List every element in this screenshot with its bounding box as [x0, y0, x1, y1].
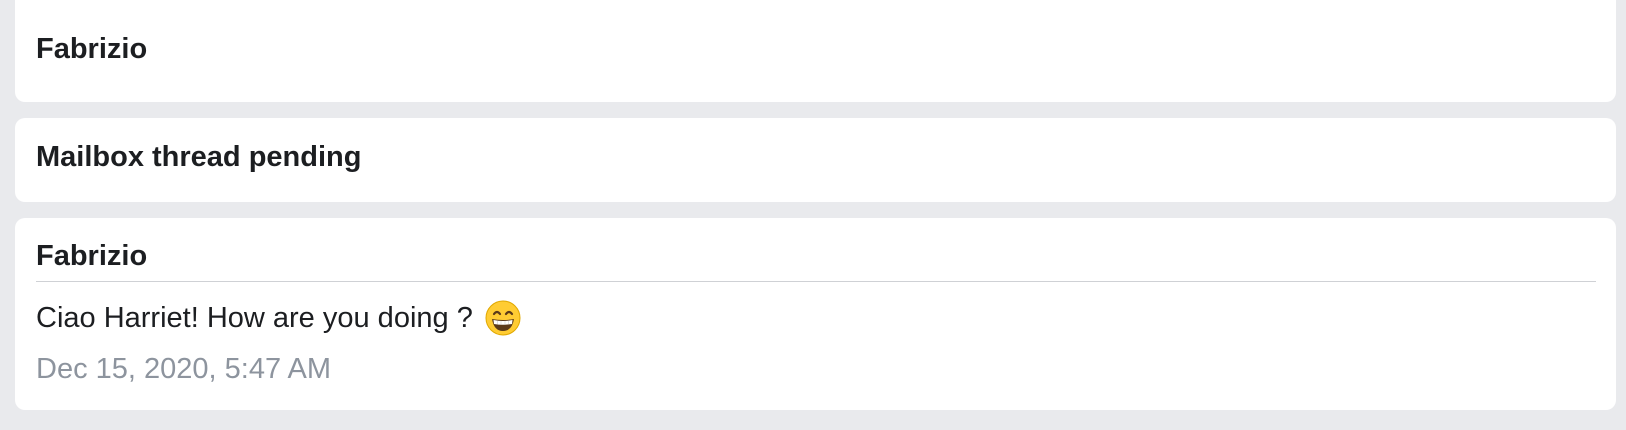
message-text: Ciao Harriet! How are you doing ?: [36, 302, 473, 334]
message-card-sender: Fabrizio: [15, 0, 1616, 102]
message-body: Ciao Harriet! How are you doing ?: [36, 299, 521, 337]
message-card: Fabrizio Ciao Harriet! How are you doing…: [15, 218, 1616, 410]
sender-name: Fabrizio: [36, 240, 148, 272]
grinning-face-with-smiling-eyes-icon: [485, 300, 521, 336]
thread-status-text: Mailbox thread pending: [36, 141, 362, 173]
message-timestamp: Dec 15, 2020, 5:47 AM: [36, 353, 332, 385]
sender-name: Fabrizio: [36, 33, 148, 65]
thread-status-card: Mailbox thread pending: [15, 118, 1616, 202]
divider: [36, 281, 1596, 282]
